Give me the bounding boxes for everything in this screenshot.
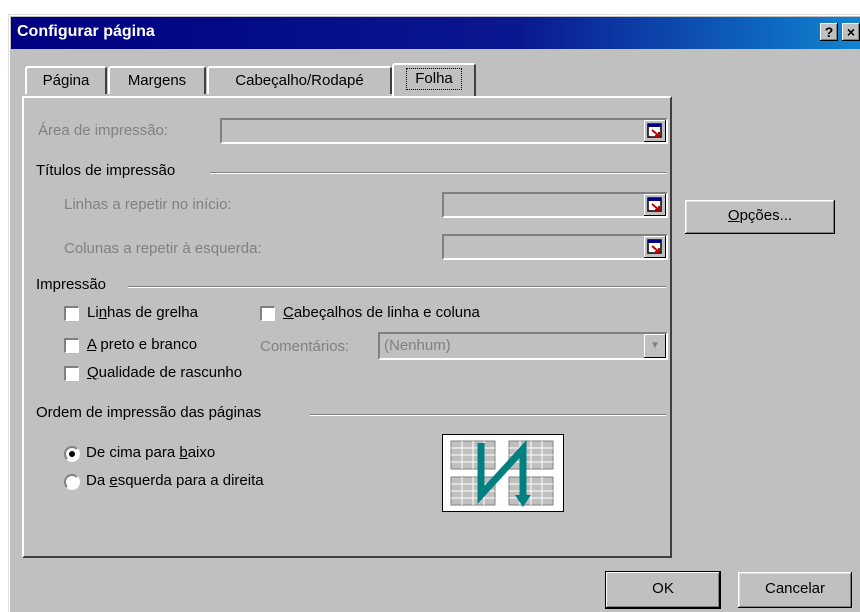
checkbox-box[interactable] — [64, 338, 79, 353]
checkbox-box[interactable] — [260, 306, 275, 321]
page-order-down-then-over-icon — [450, 439, 554, 507]
radio-dot — [69, 451, 75, 457]
row-col-headings-label: Cabeçalhos de linha e coluna — [283, 304, 480, 321]
close-button[interactable]: × — [842, 23, 860, 41]
cols-to-repeat-field[interactable] — [442, 234, 668, 260]
options-button-label: Opções... — [727, 207, 793, 224]
group-divider — [210, 172, 666, 174]
group-divider — [128, 286, 666, 288]
cancel-button-label: Cancelar — [764, 580, 826, 597]
title-bar: Configurar página ? × — [11, 17, 860, 49]
collapse-dialog-icon — [647, 239, 662, 254]
comments-value: (Nenhum) — [384, 337, 451, 354]
tab-margens[interactable]: Margens — [108, 66, 206, 94]
group-divider — [310, 414, 666, 416]
cancel-button[interactable]: Cancelar — [738, 572, 852, 608]
rows-collapse-button[interactable] — [644, 194, 666, 216]
gridlines-label: Linhas de grelha — [87, 304, 198, 321]
checkbox-box[interactable] — [64, 366, 79, 381]
comments-label: Comentários: — [260, 338, 350, 355]
page-setup-dialog: Configurar página ? × Página Margens Cab… — [8, 14, 860, 612]
down-then-over-label: De cima para baixo — [86, 444, 216, 461]
tab-folha[interactable]: Folha — [392, 63, 476, 96]
comments-select[interactable]: (Nenhum) ▼ — [378, 332, 668, 360]
checkbox-box[interactable] — [64, 306, 79, 321]
tab-pagina[interactable]: Página — [25, 66, 107, 94]
draft-quality-label: Qualidade de rascunho — [87, 364, 243, 381]
tab-label: Margens — [127, 72, 187, 89]
collapse-dialog-icon — [647, 123, 662, 138]
rows-to-repeat-label: Linhas a repetir no início: — [64, 196, 232, 213]
print-area-collapse-button[interactable] — [644, 120, 666, 142]
help-icon: ? — [824, 24, 834, 40]
black-white-label: A preto e branco — [87, 336, 198, 353]
tab-label: Página — [42, 72, 90, 89]
options-button[interactable]: Opções... — [685, 200, 835, 234]
print-area-field[interactable] — [220, 118, 668, 144]
page-order-preview — [442, 434, 564, 512]
tab-cabecalho-rodape[interactable]: Cabeçalho/Rodapé — [207, 66, 392, 94]
collapse-dialog-icon — [647, 197, 662, 212]
rows-to-repeat-field[interactable] — [442, 192, 668, 218]
page-order-group-label: Ordem de impressão das páginas — [36, 404, 262, 421]
chevron-down-icon[interactable]: ▼ — [644, 334, 666, 358]
ok-button[interactable]: OK — [606, 572, 720, 608]
tab-label: Folha — [406, 68, 462, 90]
print-group-label: Impressão — [36, 276, 107, 293]
over-then-down-label: Da esquerda para a direita — [86, 472, 264, 489]
sheet-panel: Área de impressão: Títulos de impressão … — [22, 96, 672, 558]
print-titles-group-label: Títulos de impressão — [36, 162, 176, 179]
tab-label: Cabeçalho/Rodapé — [235, 72, 364, 89]
help-button[interactable]: ? — [820, 23, 838, 41]
cols-to-repeat-label: Colunas a repetir à esquerda: — [64, 240, 262, 257]
dialog-title: Configurar página — [17, 23, 155, 40]
radio-button[interactable] — [64, 474, 80, 490]
print-area-label: Área de impressão: — [38, 122, 169, 139]
close-icon: × — [846, 24, 856, 40]
cols-collapse-button[interactable] — [644, 236, 666, 258]
ok-button-label: OK — [652, 580, 674, 597]
radio-button[interactable] — [64, 446, 80, 462]
